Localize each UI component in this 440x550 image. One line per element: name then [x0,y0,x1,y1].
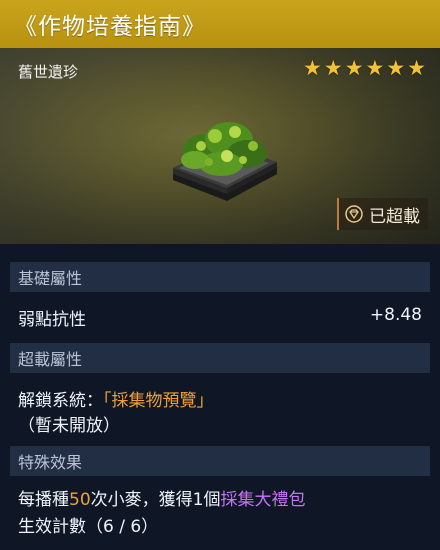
item-title: 《作物培養指南》 [14,14,206,40]
star-icon: ★ [303,56,322,80]
item-hero-panel: 舊世遺珍 ★ ★ ★ ★ ★ ★ 已超載 [0,48,440,244]
section-header-special-effect: 特殊效果 [10,446,430,476]
effect-text-a: 每播種 [18,490,69,510]
effect-reward: 採集大禮包 [220,490,306,510]
section-header-base-stats: 基礎屬性 [10,262,430,292]
unlock-system-line: 解鎖系統：「採集物預覽」 [18,386,214,411]
title-bar: 《作物培養指南》 [0,0,440,48]
star-icon: ★ [407,56,426,80]
crop-planter-icon [173,122,277,201]
effect-text-b: 次小麥，獲得1個 [90,490,221,510]
effect-count: 50 [69,490,91,510]
unlock-target: 「採集物預覽」 [103,391,214,411]
star-icon: ★ [365,56,385,80]
unlock-prefix: 解鎖系統： [18,391,103,411]
star-icon: ★ [344,56,364,80]
overloaded-label: 已超載 [369,206,420,227]
gem-icon [345,205,363,223]
star-rating: ★ ★ ★ ★ ★ ★ [303,58,426,79]
stat-name: 弱點抗性 [18,310,86,330]
star-icon: ★ [323,56,343,80]
special-effect-line: 每播種50次小麥，獲得1個採集大禮包 [18,485,305,510]
overloaded-badge: 已超載 [337,198,428,230]
section-header-overload-stats: 超載屬性 [10,343,430,373]
unlock-note: （暫未開放） [18,416,120,436]
star-icon: ★ [386,56,406,80]
rarity-label: 舊世遺珍 [18,63,79,81]
effect-counter: 生效計數（6 / 6） [18,517,159,537]
stat-value: +8.48 [369,305,422,325]
